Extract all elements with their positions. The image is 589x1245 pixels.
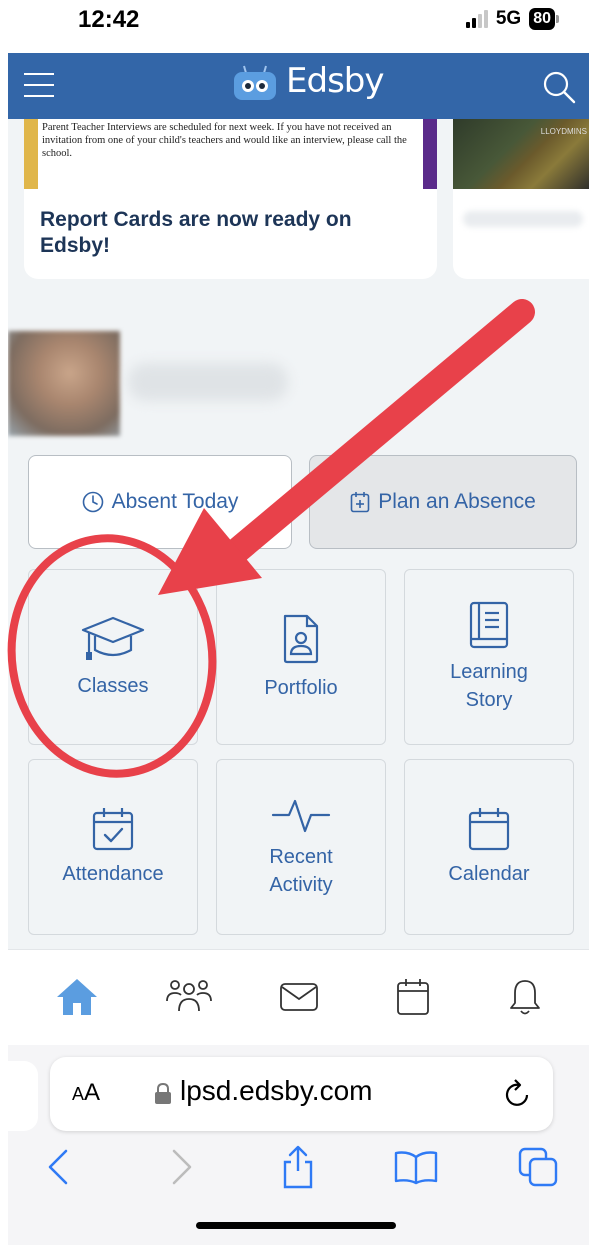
news-snippet: Parent Teacher Interviews are scheduled … — [42, 122, 407, 159]
forward-button[interactable] — [160, 1145, 204, 1189]
search-icon[interactable] — [541, 69, 577, 105]
mail-icon — [280, 983, 318, 1011]
hamburger-menu-icon[interactable] — [24, 73, 54, 97]
bookmarks-button[interactable] — [394, 1145, 438, 1189]
edsby-mascot-icon — [232, 64, 278, 100]
tabs-icon — [518, 1147, 558, 1187]
nav-notifications[interactable] — [500, 972, 550, 1022]
photo-sign-text: LLOYDMINS — [540, 127, 587, 136]
browser-toolbar: AA lpsd.edsby.com — [8, 1045, 589, 1245]
battery-level: 80 — [529, 8, 555, 30]
tile-attendance[interactable]: Attendance — [28, 759, 198, 935]
app-name: Edsby — [286, 61, 384, 101]
app-header: Edsby — [8, 53, 589, 119]
reload-icon[interactable] — [503, 1077, 533, 1111]
home-indicator — [196, 1222, 396, 1229]
activity-pulse-icon — [271, 799, 331, 833]
calendar-check-icon — [92, 808, 134, 851]
portfolio-icon — [283, 614, 319, 664]
tile-portfolio-label: Portfolio — [264, 677, 338, 699]
battery-icon: 80 — [529, 8, 559, 30]
tile-learning-story[interactable]: Learning Story — [404, 569, 574, 745]
tile-calendar[interactable]: Calendar — [404, 759, 574, 935]
absence-actions: Absent Today Plan an Absence — [28, 455, 577, 549]
clock-icon — [82, 491, 103, 513]
absent-today-button[interactable]: Absent Today — [28, 455, 292, 549]
plan-absence-label: Plan an Absence — [378, 490, 536, 513]
tile-learning-story-label: Learning Story — [450, 661, 528, 711]
tile-recent-activity[interactable]: Recent Activity — [216, 759, 386, 935]
student-profile[interactable] — [8, 331, 589, 436]
bell-icon — [510, 980, 540, 1015]
home-icon — [57, 979, 97, 1015]
tile-calendar-label: Calendar — [448, 863, 530, 885]
chevron-right-icon — [172, 1149, 192, 1185]
chevron-left-icon — [48, 1149, 68, 1185]
nav-messages[interactable] — [274, 972, 324, 1022]
nav-people[interactable] — [164, 972, 214, 1022]
previous-tab-pill[interactable] — [8, 1061, 38, 1131]
news-photo: LLOYDMINS — [453, 119, 589, 189]
news-card[interactable]: Parent Teacher Interviews are scheduled … — [24, 119, 437, 279]
absent-today-label: Absent Today — [111, 490, 239, 513]
tile-classes-label: Classes — [77, 675, 149, 697]
reader-settings-button[interactable]: AA — [72, 1079, 100, 1107]
signal-icon — [465, 10, 488, 28]
avatar — [8, 331, 120, 436]
news-card-secondary[interactable]: LLOYDMINS — [453, 119, 589, 279]
calendar-plus-icon — [350, 492, 370, 513]
tile-recent-activity-label: Recent Activity — [269, 846, 333, 896]
calendar-icon — [397, 979, 429, 1015]
status-bar: 12:42 5G 80 — [0, 0, 589, 52]
address-bar[interactable]: AA lpsd.edsby.com — [50, 1057, 553, 1131]
plan-absence-button[interactable]: Plan an Absence — [309, 455, 577, 549]
share-icon — [283, 1145, 313, 1189]
news-title: Report Cards are now ready on Edsby! — [40, 208, 352, 257]
nav-home[interactable] — [52, 972, 102, 1022]
tile-classes[interactable]: Classes — [28, 569, 198, 745]
back-button[interactable] — [36, 1145, 80, 1189]
edsby-logo[interactable]: Edsby — [232, 61, 384, 101]
main-content: Parent Teacher Interviews are scheduled … — [8, 119, 589, 949]
tile-attendance-label: Attendance — [62, 863, 164, 885]
graduation-cap-icon — [81, 616, 145, 660]
people-icon — [166, 980, 212, 1012]
news-thumbnail: Parent Teacher Interviews are scheduled … — [24, 119, 437, 189]
book-icon — [469, 601, 509, 649]
tile-portfolio[interactable]: Portfolio — [216, 569, 386, 745]
share-button[interactable] — [276, 1145, 320, 1189]
bottom-nav — [8, 949, 589, 1045]
calendar-icon — [468, 808, 510, 851]
tabs-button[interactable] — [516, 1145, 560, 1189]
url-text: lpsd.edsby.com — [180, 1075, 373, 1106]
blurred-student-name — [128, 363, 288, 401]
lock-icon — [155, 1083, 171, 1104]
nav-calendar[interactable] — [388, 972, 438, 1022]
status-indicators: 5G 80 — [465, 8, 559, 30]
status-time: 12:42 — [78, 6, 140, 33]
network-label: 5G — [495, 8, 522, 29]
book-open-icon — [394, 1151, 438, 1185]
blurred-title — [463, 211, 583, 227]
